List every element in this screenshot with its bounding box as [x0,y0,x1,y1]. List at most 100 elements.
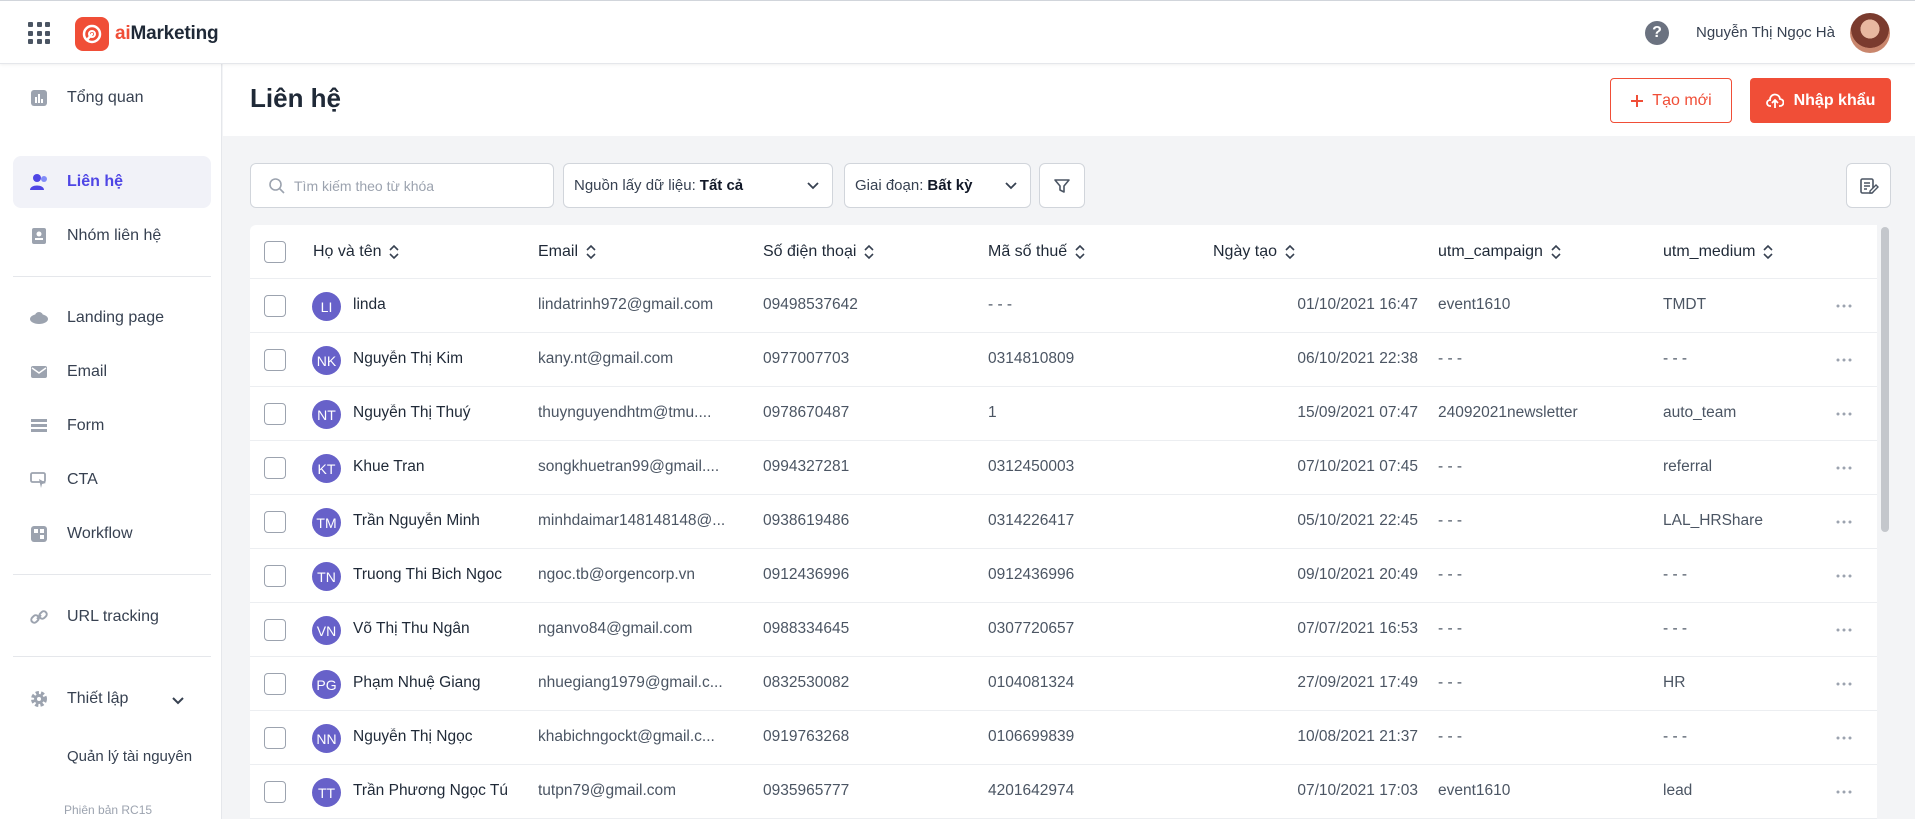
top-bar: aiMarketing ? Nguyễn Thị Ngọc Hà [0,0,1915,64]
sidebar-item-landing-page[interactable]: Landing page [13,292,211,344]
row-checkbox[interactable] [264,781,286,803]
contact-name[interactable]: Phạm Nhuệ Giang [353,674,533,692]
contact-name[interactable]: Trần Phương Ngọc Tú [353,782,533,800]
contact-utm-campaign: - - - [1438,728,1463,745]
row-checkbox[interactable] [264,511,286,533]
sidebar-item-overview[interactable]: Tổng quan [13,72,211,124]
search-box [250,163,554,208]
landing-page-icon [29,308,49,328]
contact-utm-medium: LAL_HRShare [1663,512,1763,529]
contact-created-date: 07/07/2021 16:53 [1297,620,1418,637]
contact-name[interactable]: linda [353,296,533,314]
row-checkbox[interactable] [264,295,286,317]
sidebar-divider [13,656,211,657]
table-row[interactable]: TT Trần Phương Ngọc Tú tutpn79@gmail.com 09… [250,765,1877,819]
row-checkbox[interactable] [264,457,286,479]
cloud-upload-icon [1765,93,1784,108]
row-checkbox[interactable] [264,619,286,641]
contacts-icon [29,172,49,192]
sidebar-item-cta[interactable]: CTA [13,454,211,506]
more-options-icon[interactable] [1836,520,1852,524]
more-options-icon[interactable] [1836,304,1852,308]
contact-created-date: 07/10/2021 07:45 [1297,458,1418,475]
column-header-email[interactable]: Email [538,243,596,261]
table-row[interactable]: TN Truong Thi Bich Ngoc ngoc.tb@orgencorp.… [250,549,1877,603]
table-row[interactable]: TM Trần Nguyễn Minh minhdaimar148148148@..… [250,495,1877,549]
app-logo[interactable]: aiMarketing [75,17,219,51]
row-checkbox[interactable] [264,565,286,587]
contact-name[interactable]: Võ Thị Thu Ngân [353,620,533,638]
contact-name[interactable]: Nguyễn Thị Ngọc [353,728,533,746]
sidebar-item-email[interactable]: Email [13,346,211,398]
contact-email: songkhuetran99@gmail.... [538,458,720,475]
source-filter-dropdown[interactable]: Nguồn lấy dữ liệu: Tất cả [563,163,833,208]
table-row[interactable]: KT Khue Tran songkhuetran99@gmail.... 09943… [250,441,1877,495]
more-options-icon[interactable] [1836,682,1852,686]
contact-created-date: 10/08/2021 21:37 [1297,728,1418,745]
gear-icon [29,689,49,709]
table-row[interactable]: PG Phạm Nhuệ Giang nhuegiang1979@gmail.c..… [250,657,1877,711]
column-header-phone[interactable]: Số điện thoại [763,243,874,261]
contact-utm-medium: - - - [1663,620,1688,637]
row-checkbox[interactable] [264,673,286,695]
sidebar-item-url-tracking[interactable]: URL tracking [13,591,211,643]
help-icon[interactable]: ? [1645,21,1669,45]
column-header-utm-campaign[interactable]: utm_campaign [1438,243,1561,261]
contact-phone: 09498537642 [763,296,858,313]
create-button[interactable]: Tạo mới [1610,78,1732,123]
more-options-icon[interactable] [1836,466,1852,470]
table-row[interactable]: LI linda lindatrinh972@gmail.com 0949853764… [250,279,1877,333]
form-icon [29,416,49,436]
contact-name[interactable]: Nguyễn Thị Kim [353,350,533,368]
contact-utm-medium: HR [1663,674,1686,691]
contact-name[interactable]: Truong Thi Bich Ngoc [353,566,533,584]
contact-initials-avatar: NN [312,724,341,753]
contact-name[interactable]: Khue Tran [353,458,533,476]
contact-utm-campaign: - - - [1438,458,1463,475]
column-header-tax-code[interactable]: Mã số thuế [988,243,1085,261]
more-options-icon[interactable] [1836,736,1852,740]
contact-name[interactable]: Trần Nguyễn Minh [353,512,533,530]
more-options-icon[interactable] [1836,628,1852,632]
contact-phone: 0935965777 [763,782,850,799]
table-row[interactable]: VN Võ Thị Thu Ngân nganvo84@gmail.com 09883… [250,603,1877,657]
contacts-table: Họ và tên Email Số điện thoại Mã số thuế… [250,225,1891,819]
table-row[interactable]: NN Nguyễn Thị Ngọc khabichngockt@gmail.c..… [250,711,1877,765]
user-avatar[interactable] [1850,13,1890,53]
contact-phone: 0988334645 [763,620,850,637]
more-options-icon[interactable] [1836,574,1852,578]
import-button[interactable]: Nhập khẩu [1750,78,1891,123]
stage-filter-dropdown[interactable]: Giai đoạn: Bất kỳ [844,163,1031,208]
sidebar-item-contact-groups[interactable]: Nhóm liên hệ [13,210,211,262]
contact-phone: 0994327281 [763,458,850,475]
sidebar-item-label: Workflow [67,525,133,542]
more-options-icon[interactable] [1836,412,1852,416]
search-input[interactable] [294,177,544,194]
filter-button[interactable] [1039,163,1085,208]
column-header-created-date[interactable]: Ngày tạo [1213,243,1295,261]
column-header-label: utm_medium [1663,243,1756,260]
scrollbar-thumb[interactable] [1881,227,1889,532]
table-header-row: Họ và tên Email Số điện thoại Mã số thuế… [250,225,1877,279]
more-options-icon[interactable] [1836,790,1852,794]
sidebar-item-settings[interactable]: Thiết lập [13,673,211,725]
contact-phone: 0919763268 [763,728,850,745]
table-row[interactable]: NK Nguyễn Thị Kim kany.nt@gmail.com 0977007… [250,333,1877,387]
row-checkbox[interactable] [264,403,286,425]
row-checkbox[interactable] [264,727,286,749]
table-row[interactable]: NT Nguyễn Thị Thuý thuynguyendhtm@tmu.... 0… [250,387,1877,441]
sidebar-item-resource-management[interactable]: Quản lý tài nguyên [67,748,192,765]
column-header-label: Ngày tạo [1213,243,1278,260]
row-checkbox[interactable] [264,349,286,371]
column-settings-button[interactable] [1846,163,1891,208]
sidebar-item-workflow[interactable]: Workflow [13,508,211,560]
contact-name[interactable]: Nguyễn Thị Thuý [353,404,533,422]
column-header-name[interactable]: Họ và tên [313,243,400,261]
column-header-utm-medium[interactable]: utm_medium [1663,243,1774,261]
sidebar-item-form[interactable]: Form [13,400,211,452]
sidebar-item-label: Thiết lập [67,690,129,707]
select-all-checkbox[interactable] [264,241,286,263]
sidebar-item-contacts[interactable]: Liên hệ [13,156,211,208]
more-options-icon[interactable] [1836,358,1852,362]
apps-grid-icon[interactable] [28,22,50,44]
